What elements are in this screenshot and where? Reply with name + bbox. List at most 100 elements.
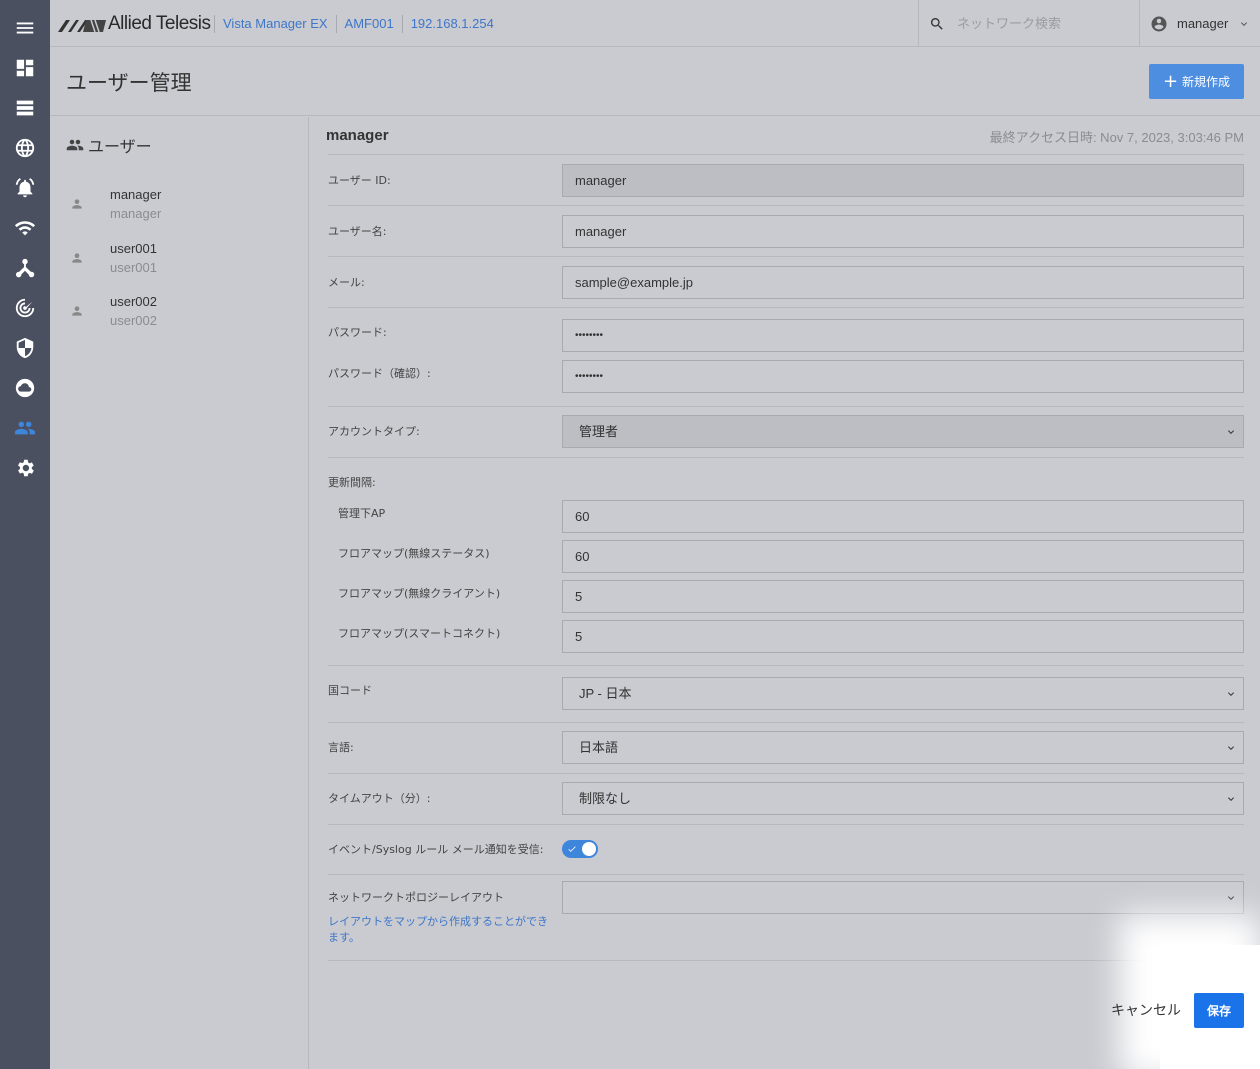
refresh-wireless-client-label: フロアマップ(無線クライアント)	[338, 587, 501, 600]
chevron-down-icon	[1228, 746, 1234, 750]
menu-icon[interactable]	[0, 8, 50, 48]
chevron-down-icon	[1228, 896, 1234, 900]
password-field[interactable]: ••••••••	[562, 319, 1244, 352]
new-user-button[interactable]: + 新規作成	[1149, 64, 1244, 99]
users-group-icon	[66, 139, 84, 151]
topology-icon[interactable]	[0, 248, 50, 288]
refresh-wireless-client-field[interactable]: 5	[562, 580, 1244, 613]
username-label: ユーザー名:	[328, 225, 387, 238]
user-list-item-name: manager	[110, 206, 162, 221]
refresh-ap-field[interactable]: 60	[562, 500, 1244, 533]
top-bar: Allied Telesis Vista Manager EX AMF001 1…	[50, 0, 1260, 47]
person-icon	[72, 306, 82, 316]
check-icon	[568, 846, 576, 852]
users-panel: ユーザー manager manager user001 user001 use…	[50, 117, 309, 1069]
timeout-label: タイムアウト（分）:	[328, 792, 431, 805]
refresh-smart-connect-label: フロアマップ(スマートコネクト)	[338, 627, 501, 640]
list-icon[interactable]	[0, 88, 50, 128]
breadcrumb: Vista Manager EX AMF001 192.168.1.254	[214, 15, 502, 33]
account-type-select[interactable]: 管理者	[562, 415, 1244, 448]
radar-icon[interactable]	[0, 288, 50, 328]
breadcrumb-app[interactable]: Vista Manager EX	[214, 15, 336, 33]
page-title: ユーザー管理	[66, 71, 192, 95]
breadcrumb-ip[interactable]: 192.168.1.254	[401, 15, 502, 33]
settings-gear-icon[interactable]	[0, 448, 50, 488]
chevron-down-icon	[1228, 430, 1234, 434]
topology-layout-hint-link[interactable]: レイアウトをマップから作成することができます。	[328, 914, 548, 946]
account-type-label: アカウントタイプ:	[328, 425, 420, 438]
alarm-bell-icon[interactable]	[0, 168, 50, 208]
language-select[interactable]: 日本語	[562, 731, 1244, 764]
users-icon[interactable]	[0, 408, 50, 448]
refresh-ap-label: 管理下AP	[338, 507, 386, 520]
divider	[328, 154, 1244, 155]
user-list-item-id: user001	[110, 241, 157, 256]
divider	[328, 722, 1244, 723]
allied-telesis-logo-icon	[58, 19, 106, 32]
divider	[328, 665, 1244, 666]
person-icon	[72, 253, 82, 263]
user-list-item-name: user001	[110, 260, 157, 275]
network-search	[918, 0, 1139, 47]
account-circle-icon	[1151, 16, 1167, 31]
divider	[328, 256, 1244, 257]
notify-label: イベント/Syslog ルール メール通知を受信:	[328, 843, 544, 856]
search-icon	[930, 17, 943, 30]
password-confirm-field[interactable]: ••••••••	[562, 360, 1244, 393]
wifi-icon[interactable]	[0, 208, 50, 248]
globe-icon[interactable]	[0, 128, 50, 168]
user-list-item-user001[interactable]: user001 user001	[70, 241, 290, 281]
user-id-field: manager	[562, 164, 1244, 197]
user-list-item-id: manager	[110, 187, 162, 202]
user-list-item-id: user002	[110, 294, 157, 309]
dashboard-icon[interactable]	[0, 48, 50, 88]
refresh-interval-label: 更新間隔:	[328, 476, 376, 489]
user-list-item-name: user002	[110, 313, 157, 328]
user-edit-form: manager 最終アクセス日時: Nov 7, 2023, 3:03:46 P…	[310, 117, 1260, 1069]
password-confirm-label: パスワード（確認）:	[328, 367, 431, 380]
new-user-button-label: 新規作成	[1182, 75, 1231, 89]
divider	[328, 960, 1244, 961]
divider	[328, 307, 1244, 308]
timeout-select[interactable]: 制限なし	[562, 782, 1244, 815]
user-list-item-manager[interactable]: manager manager	[70, 187, 290, 227]
user-menu-name: manager	[1177, 16, 1229, 31]
email-field[interactable]: sample@example.jp	[562, 266, 1244, 299]
topology-layout-label: ネットワークトポロジーレイアウト	[328, 891, 504, 904]
username-field[interactable]: manager	[562, 215, 1244, 248]
timeout-value: 制限なし	[579, 791, 632, 806]
refresh-wireless-status-field[interactable]: 60	[562, 540, 1244, 573]
user-menu[interactable]: manager	[1139, 0, 1260, 47]
cloud-icon[interactable]	[0, 368, 50, 408]
brand-logo[interactable]: Allied Telesis	[58, 12, 211, 36]
security-shield-icon[interactable]	[0, 328, 50, 368]
refresh-smart-connect-field[interactable]: 5	[562, 620, 1244, 653]
page-header: ユーザー管理 + 新規作成	[50, 47, 1260, 116]
topology-layout-select[interactable]	[562, 881, 1244, 914]
plus-icon: +	[1162, 70, 1179, 92]
notify-toggle[interactable]	[562, 840, 598, 858]
chevron-down-icon	[1241, 21, 1248, 26]
last-access-timestamp: 最終アクセス日時: Nov 7, 2023, 3:03:46 PM	[989, 130, 1244, 145]
chevron-down-icon	[1228, 797, 1234, 801]
breadcrumb-amf[interactable]: AMF001	[335, 15, 402, 33]
account-type-value: 管理者	[579, 424, 619, 439]
save-button[interactable]: 保存	[1194, 993, 1244, 1028]
password-label: パスワード:	[328, 326, 387, 339]
users-panel-title: ユーザー	[88, 137, 152, 156]
person-icon	[72, 199, 82, 209]
divider	[328, 205, 1244, 206]
country-code-select[interactable]: JP - 日本	[562, 677, 1244, 710]
divider	[328, 824, 1244, 825]
toggle-knob	[582, 842, 596, 856]
divider	[328, 773, 1244, 774]
email-label: メール:	[328, 276, 365, 289]
search-input[interactable]	[957, 16, 1127, 31]
country-code-label: 国コード	[328, 684, 372, 697]
brand-logo-text: Allied Telesis	[108, 13, 211, 34]
divider	[328, 457, 1244, 458]
user-list-item-user002[interactable]: user002 user002	[70, 294, 290, 334]
divider	[328, 874, 1244, 875]
cancel-button[interactable]: キャンセル	[1106, 994, 1186, 1026]
refresh-wireless-status-label: フロアマップ(無線ステータス)	[338, 547, 490, 560]
